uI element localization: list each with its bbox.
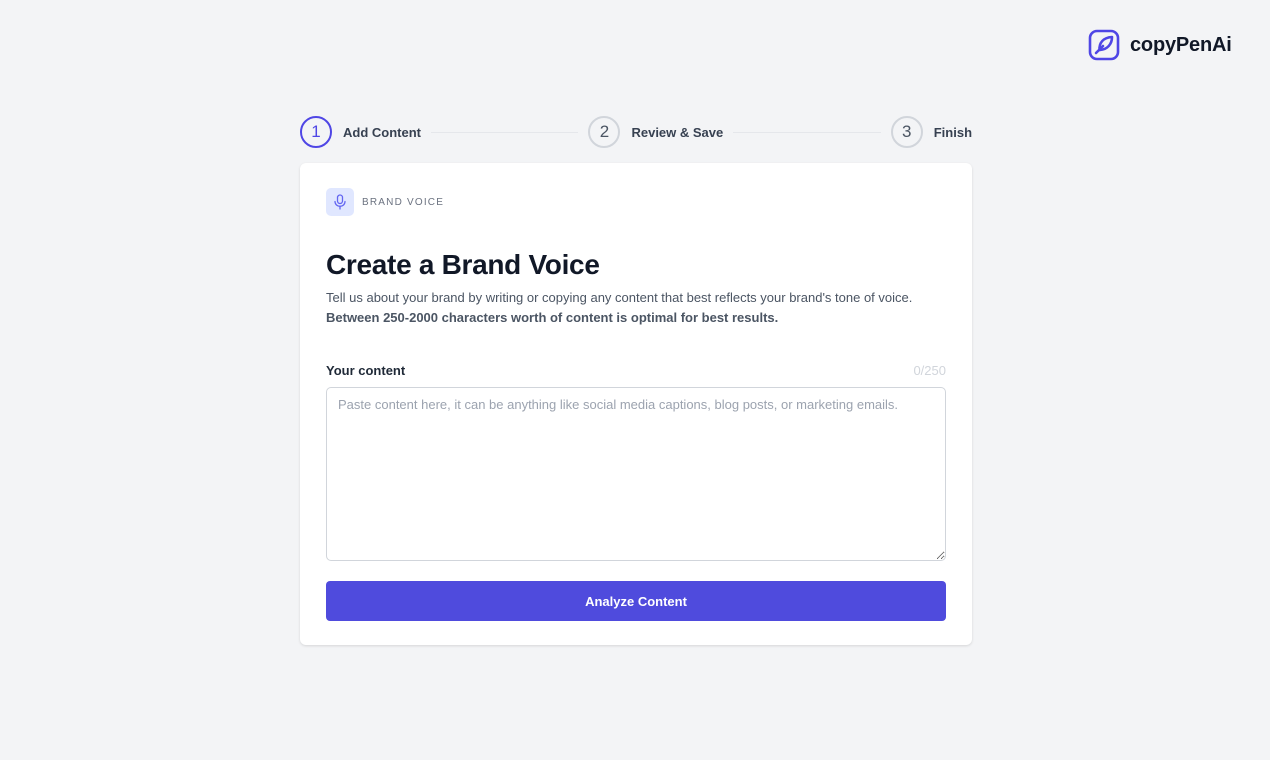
- step-add-content[interactable]: 1 Add Content: [300, 116, 421, 148]
- description-emphasis: Between 250-2000 characters worth of con…: [326, 309, 779, 325]
- step-label: Review & Save: [631, 124, 724, 140]
- progress-stepper: 1 Add Content 2 Review & Save 3 Finish: [300, 116, 972, 148]
- microphone-icon: [334, 194, 346, 210]
- step-label: Add Content: [343, 124, 421, 140]
- content-field-header: Your content 0/250: [326, 363, 946, 378]
- step-connector: [430, 131, 579, 133]
- content-textarea[interactable]: [326, 387, 946, 561]
- content-field-label: Your content: [326, 363, 406, 378]
- step-review-save[interactable]: 2 Review & Save: [588, 116, 723, 148]
- step-finish[interactable]: 3 Finish: [890, 116, 973, 148]
- page-description: Tell us about your brand by writing or c…: [326, 288, 926, 327]
- brand-logo[interactable]: copyPenAi: [1088, 29, 1232, 61]
- feather-icon: [1088, 29, 1120, 61]
- step-number: 3: [890, 116, 923, 148]
- page-title: Create a Brand Voice: [326, 249, 600, 280]
- step-number: 2: [588, 116, 621, 148]
- character-counter: 0/250: [913, 363, 946, 378]
- section-tag: BRAND VOICE: [326, 188, 946, 216]
- step-number: 1: [300, 116, 332, 148]
- tag-icon-badge: [326, 188, 354, 216]
- brand-voice-card: BRAND VOICE Create a Brand Voice Tell us…: [300, 163, 972, 645]
- brand-name: copyPenAi: [1130, 33, 1232, 56]
- section-tag-label: BRAND VOICE: [362, 196, 445, 208]
- step-label: Finish: [933, 124, 973, 140]
- analyze-content-button[interactable]: Analyze Content: [326, 581, 946, 621]
- step-connector: [733, 131, 881, 133]
- description-text: Tell us about your brand by writing or c…: [326, 290, 913, 305]
